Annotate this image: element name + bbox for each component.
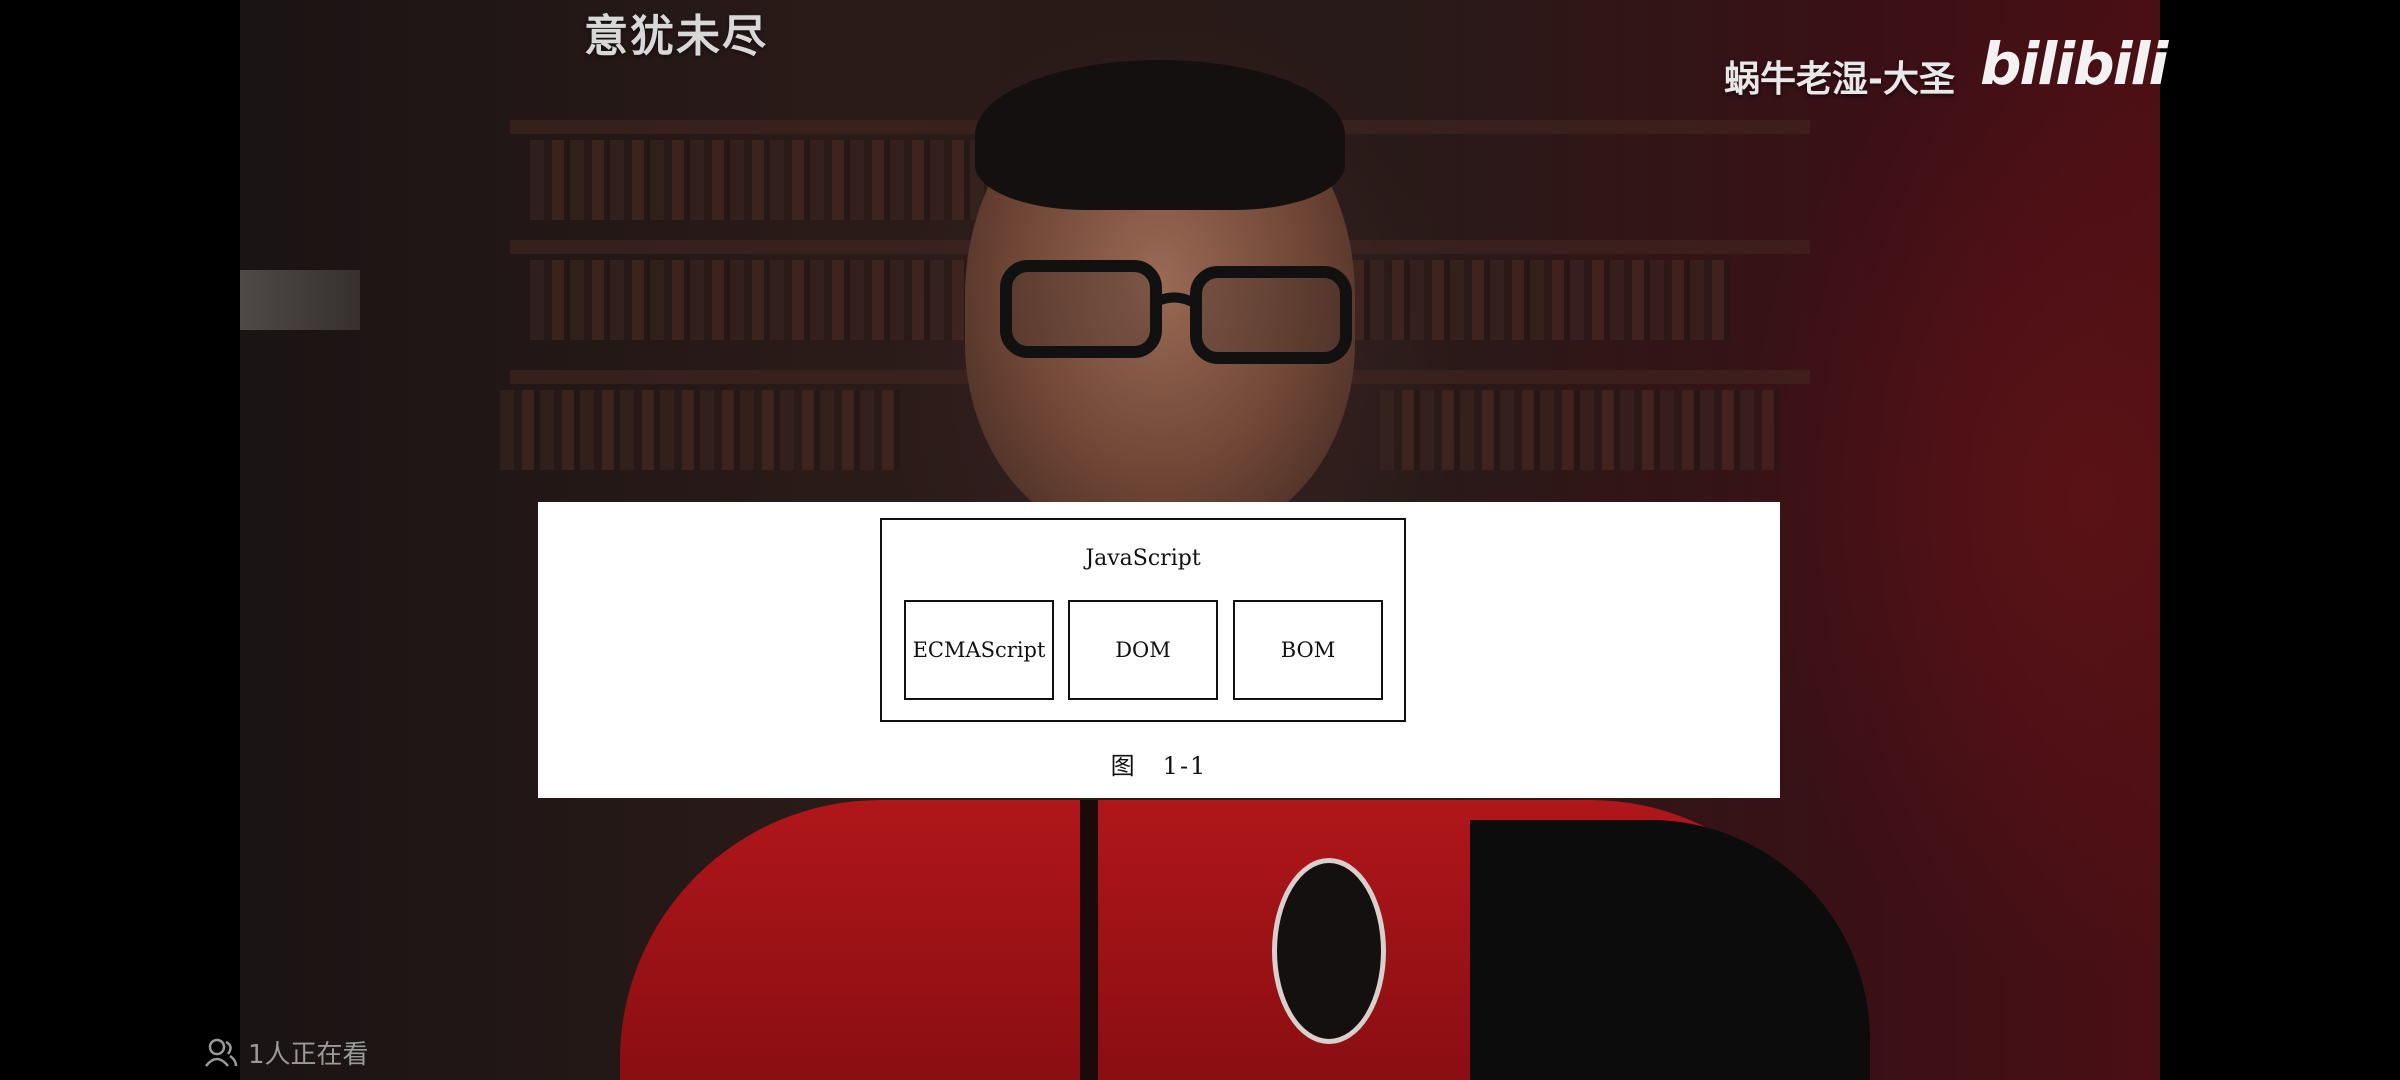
glasses-icon bbox=[1000, 260, 1352, 364]
ecmascript-box: ECMAScript bbox=[904, 600, 1054, 700]
figure-caption: 图 1-1 bbox=[1110, 752, 1208, 780]
javascript-box: JavaScript ECMAScript DOM BOM bbox=[880, 518, 1406, 722]
dom-box: DOM bbox=[1068, 600, 1218, 700]
club-badge-icon bbox=[1272, 858, 1386, 1044]
diagram-panel: JavaScript ECMAScript DOM BOM 图 1-1 bbox=[538, 502, 1780, 798]
bom-box: BOM bbox=[1233, 600, 1383, 700]
people-icon bbox=[205, 1038, 238, 1067]
uploader-watermark: 蜗牛老湿-大圣 bbox=[1724, 59, 1955, 100]
viewer-count: 1人正在看 bbox=[204, 1034, 369, 1071]
viewer-count-text: 1人正在看 bbox=[248, 1040, 369, 1070]
corner-title: 意犹未尽 bbox=[584, 11, 768, 62]
background-window bbox=[240, 270, 360, 330]
bilibili-logo: bilibili bbox=[1980, 30, 2168, 98]
javascript-label: JavaScript bbox=[1085, 546, 1201, 571]
